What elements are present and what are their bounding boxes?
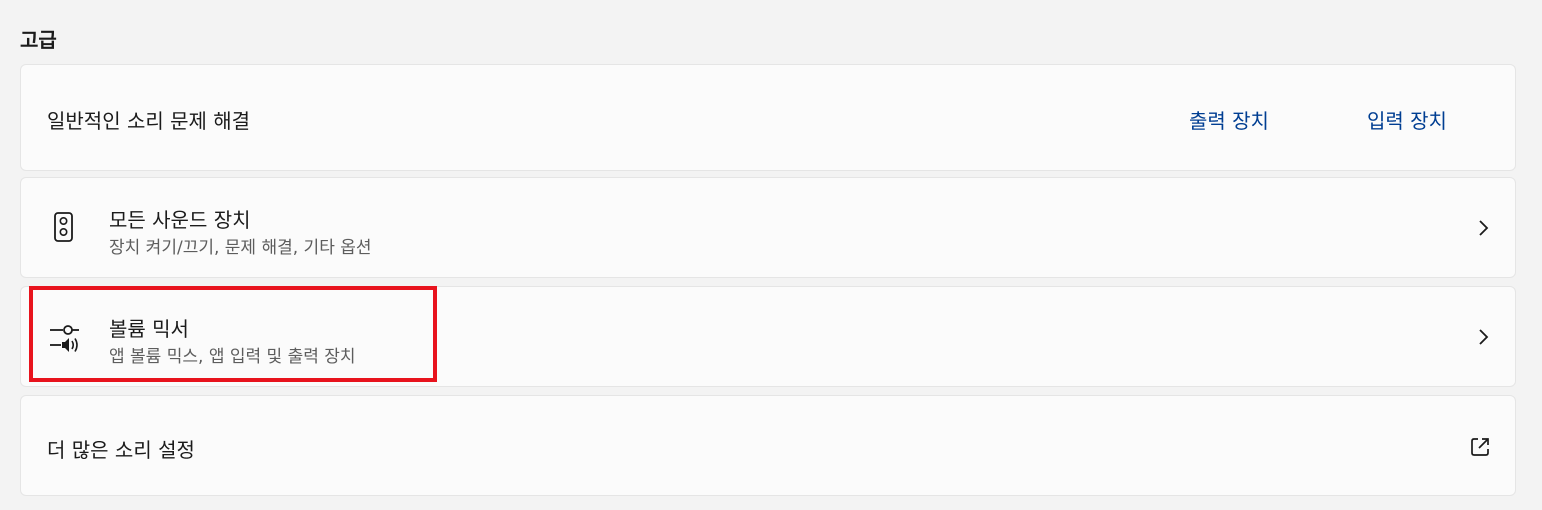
more-sound-settings-item[interactable]: 더 많은 소리 설정 bbox=[20, 395, 1516, 496]
chevron-right-icon bbox=[1479, 329, 1489, 345]
section-title-advanced: 고급 bbox=[20, 28, 57, 52]
input-devices-link[interactable]: 입력 장치 bbox=[1367, 105, 1447, 134]
speaker-icon bbox=[54, 212, 73, 242]
volume-mixer-icon bbox=[50, 325, 79, 352]
volume-mixer-subtitle: 앱 볼륨 믹스, 앱 입력 및 출력 장치 bbox=[109, 347, 356, 367]
all-sound-devices-item[interactable]: 모든 사운드 장치 장치 켜기/끄기, 문제 해결, 기타 옵션 bbox=[20, 177, 1516, 278]
volume-mixer-title: 볼륨 믹서 bbox=[109, 317, 189, 341]
output-devices-link[interactable]: 출력 장치 bbox=[1189, 105, 1269, 134]
troubleshoot-label: 일반적인 소리 문제 해결 bbox=[47, 109, 251, 133]
all-sound-devices-title: 모든 사운드 장치 bbox=[109, 208, 251, 232]
troubleshoot-card: 일반적인 소리 문제 해결 출력 장치 입력 장치 bbox=[20, 64, 1516, 171]
all-sound-devices-subtitle: 장치 켜기/끄기, 문제 해결, 기타 옵션 bbox=[109, 238, 372, 258]
open-external-icon bbox=[1471, 438, 1489, 456]
volume-mixer-item[interactable]: 볼륨 믹서 앱 볼륨 믹스, 앱 입력 및 출력 장치 bbox=[20, 286, 1516, 387]
more-sound-settings-title: 더 많은 소리 설정 bbox=[47, 438, 195, 462]
chevron-right-icon bbox=[1479, 220, 1489, 236]
